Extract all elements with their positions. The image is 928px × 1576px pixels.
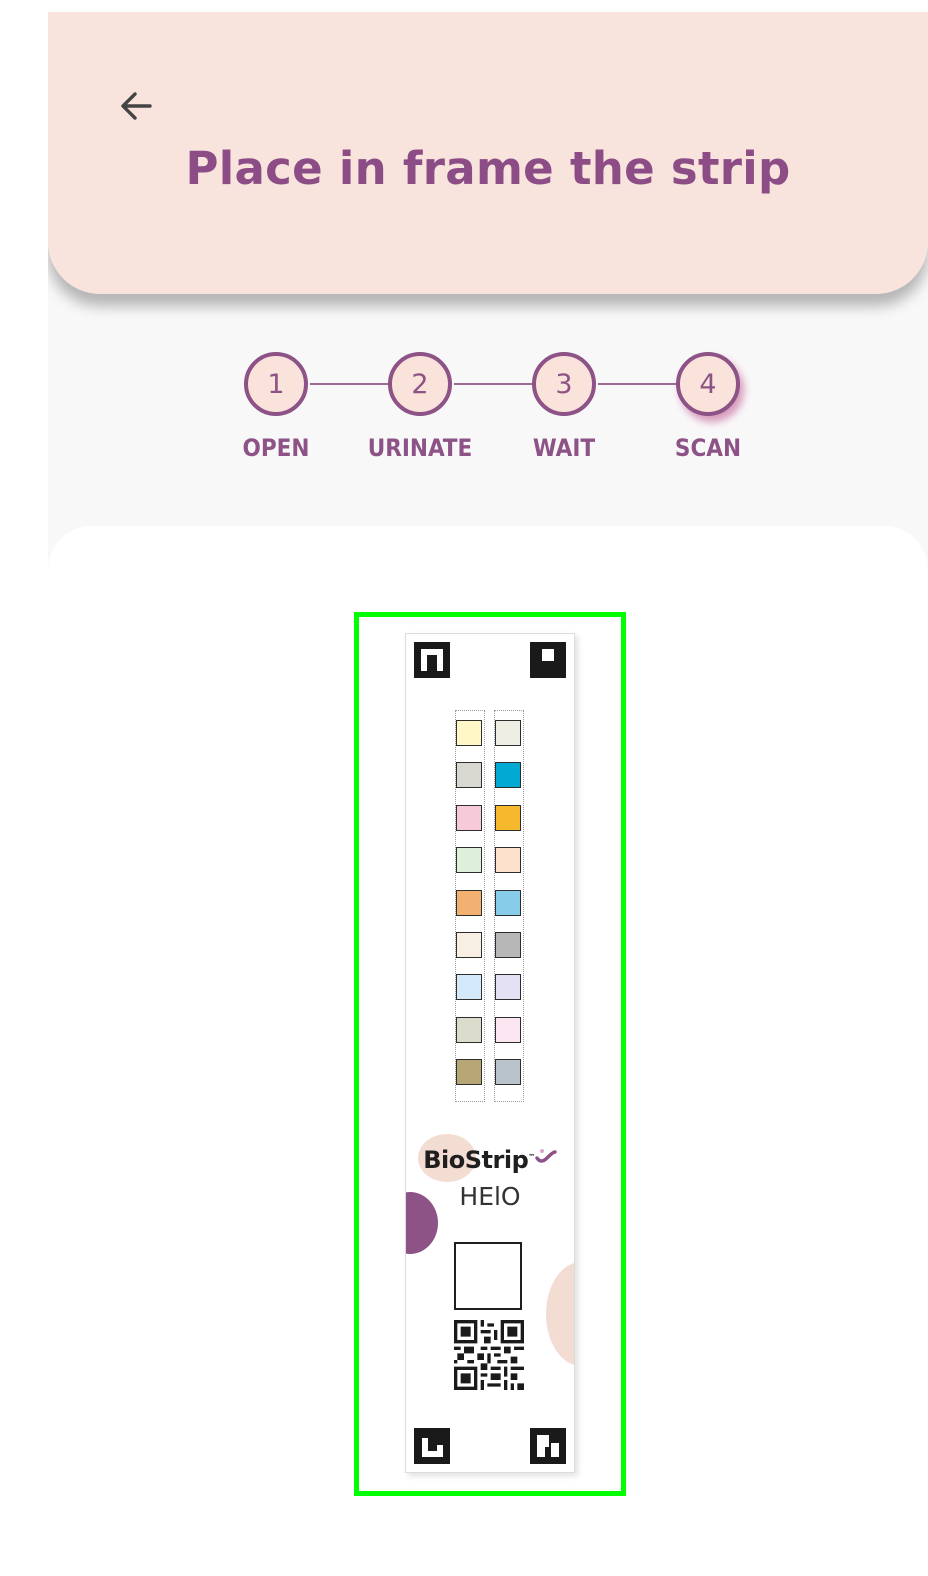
blank-label-box	[454, 1242, 522, 1310]
step-label: SCAN	[674, 434, 742, 462]
corner-marker-icon	[530, 1428, 566, 1464]
test-strip-image: BioStrip™ HElO	[405, 633, 575, 1473]
sub-brand-logo: HElO	[459, 1182, 521, 1211]
step-open: 1 OPEN	[236, 352, 316, 462]
back-button[interactable]	[114, 84, 158, 128]
color-pad	[456, 762, 482, 789]
brand-mark-icon	[535, 1149, 557, 1163]
color-pad	[456, 974, 482, 1001]
step-label: WAIT	[532, 434, 596, 462]
step-wait: 3 WAIT	[524, 352, 604, 462]
corner-marker-icon	[530, 642, 566, 678]
color-pad	[495, 804, 521, 831]
color-pad	[495, 762, 521, 789]
color-pad	[495, 932, 521, 958]
header-bar: Place in frame the strip	[48, 12, 928, 294]
color-pad	[456, 1016, 482, 1043]
color-pad	[495, 1059, 521, 1086]
color-pad	[495, 1016, 521, 1043]
qr-code-icon	[454, 1320, 524, 1390]
step-number-active: 4	[676, 352, 740, 416]
color-pad	[495, 847, 521, 874]
color-pad	[456, 932, 482, 958]
brand-logo: BioStrip™	[406, 1146, 574, 1174]
color-pad	[456, 720, 482, 746]
color-pad	[495, 974, 521, 1001]
color-pad	[495, 720, 521, 746]
step-label: OPEN	[242, 434, 310, 462]
step-label: URINATE	[367, 434, 473, 462]
color-pad	[456, 804, 482, 831]
step-number: 2	[388, 352, 452, 416]
step-number: 3	[532, 352, 596, 416]
step-urinate: 2 URINATE	[368, 352, 472, 462]
brand-name: BioStrip	[423, 1146, 529, 1174]
corner-marker-icon	[414, 642, 450, 678]
app-screen: Place in frame the strip 1 OPEN 2 URINAT…	[48, 12, 928, 1576]
step-scan: 4 SCAN	[668, 352, 748, 462]
color-pad	[495, 889, 521, 916]
decor-blob	[546, 1262, 574, 1366]
color-pad	[456, 847, 482, 874]
page-title: Place in frame the strip	[185, 142, 791, 195]
step-number: 1	[244, 352, 308, 416]
color-pad	[456, 1059, 482, 1086]
corner-marker-icon	[414, 1428, 450, 1464]
arrow-left-icon	[121, 92, 152, 120]
color-pad	[456, 889, 482, 916]
